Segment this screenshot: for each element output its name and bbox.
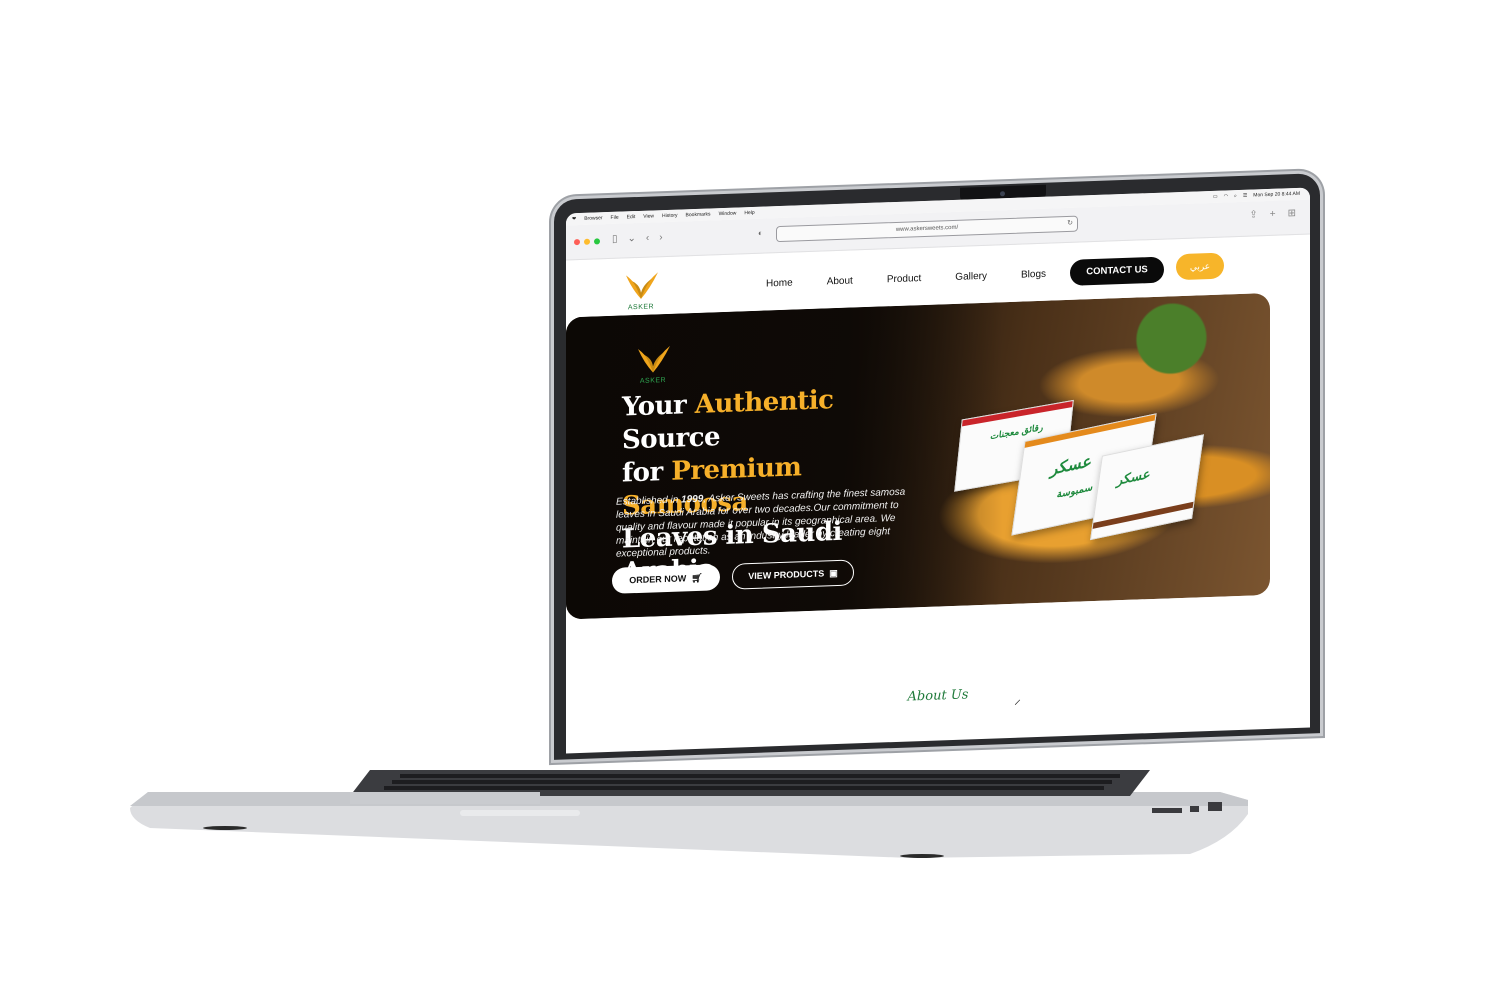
share-icon[interactable]: ⇪ [1249,209,1257,220]
battery-icon[interactable]: ▭ [1213,194,1218,200]
tab-overview-icon[interactable]: ⊞ [1288,208,1296,219]
search-icon[interactable]: ⌕ [1234,193,1237,199]
forward-icon[interactable]: › [659,232,662,243]
control-center-icon[interactable]: ☰ [1243,193,1247,199]
logo-text: ASKER [627,303,655,312]
laptop-base [130,770,1248,858]
box-label: عسكر [1115,465,1152,488]
about-heading: About Us [907,687,969,705]
main-nav: Home About Product Gallery Blogs [766,269,1046,290]
menu-help[interactable]: Help [744,210,754,216]
cart-icon: 🛒︎ [688,572,703,584]
view-products-button[interactable]: VIEW PRODUCTS ▣ [732,559,854,590]
menu-browser[interactable]: Browser [584,215,602,222]
minimize-icon[interactable] [584,238,590,245]
menu-history[interactable]: History [662,213,678,220]
window-controls [574,238,600,246]
new-tab-icon[interactable]: + [1270,209,1276,220]
hero-banner: رقائق معجنات عسكر سمبوسة عسكر ASKER Your… [566,292,1270,620]
back-icon[interactable]: ‹ [646,233,649,244]
heading-accent: Authentic [694,385,834,420]
camera-icon [1000,191,1005,197]
reload-icon[interactable]: ↻ [1067,217,1073,231]
menu-window[interactable]: Window [719,211,737,218]
order-now-label: ORDER NOW [629,573,687,586]
hero-logo: ASKER [630,344,676,386]
menu-bookmarks[interactable]: Bookmarks [686,211,711,218]
nav-product[interactable]: Product [887,273,921,285]
nav-about[interactable]: About [827,275,853,287]
nav-controls: ▯ ⌄ ‹ › [612,232,663,245]
wifi-icon[interactable]: ◠ [1224,193,1228,199]
box-label: سمبوسة [1056,482,1094,501]
nav-gallery[interactable]: Gallery [955,271,987,283]
hero-description: Established in 1999, Asker Sweets has cr… [616,486,906,561]
box-stripe [962,401,1073,427]
hero-heading-line: Your Authentic Source [622,381,922,457]
order-now-button[interactable]: ORDER NOW 🛒︎ [612,564,720,594]
url-text: www.askersweets.com/ [895,224,959,233]
site-logo[interactable]: ASKER [618,270,664,312]
box-stripe [1092,501,1194,529]
bag-icon: ▣ [826,567,838,579]
heading-text: Your [622,389,695,423]
nav-home[interactable]: Home [766,278,793,290]
language-toggle-button[interactable]: عربي [1176,252,1224,281]
toolbar-right: ⇪ + ⊞ [1249,208,1296,221]
menu-file[interactable]: File [611,215,619,221]
privacy-icon[interactable]: ◐ [758,229,763,238]
scene: ❤ Browser File Edit View History Bookmar… [0,0,1500,1000]
close-icon[interactable] [574,239,580,246]
menu-edit[interactable]: Edit [627,214,636,220]
desc-year: 1999 [681,493,704,506]
clock-text[interactable]: Mon Sep 20 8:44 AM [1253,191,1300,199]
wheat-leaf-icon: ⸝ [1014,690,1021,707]
address-bar[interactable]: www.askersweets.com/ ↻ [776,215,1078,243]
status-area: ▭ ◠ ⌕ ☰ Mon Sep 20 8:44 AM [1213,191,1300,200]
display: ❤ Browser File Edit View History Bookmar… [566,187,1310,754]
wheat-logo-icon [626,272,658,299]
menu-view[interactable]: View [643,213,654,219]
sidebar-icon[interactable]: ▯ [612,234,618,245]
desc-text: Established in [616,494,682,508]
chevron-down-icon[interactable]: ⌄ [628,233,636,244]
apple-icon[interactable]: ❤ [572,216,576,222]
heading-text: Source [622,422,721,456]
heading-text: for [622,456,672,489]
contact-us-button[interactable]: CONTACT US [1070,256,1164,286]
nav-blogs[interactable]: Blogs [1021,269,1046,281]
maximize-icon[interactable] [594,238,600,245]
box-label: عسكر [1049,452,1094,479]
view-products-label: VIEW PRODUCTS [748,568,825,582]
wheat-logo-icon [638,345,670,373]
laptop-screen: ❤ Browser File Edit View History Bookmar… [554,173,1320,763]
product-boxes-image: رقائق معجنات عسكر سمبوسة عسكر [954,385,1204,543]
